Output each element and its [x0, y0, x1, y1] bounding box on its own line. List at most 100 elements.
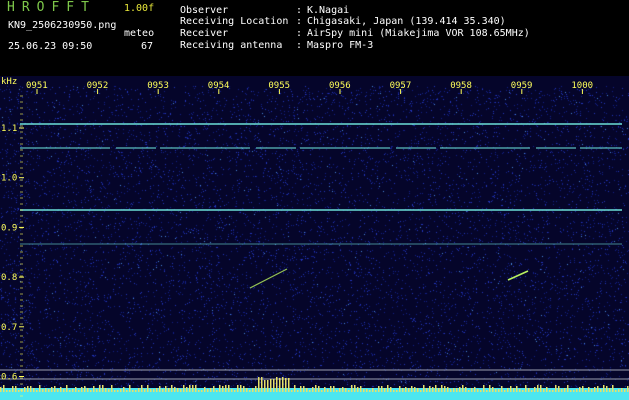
colon: : — [296, 40, 303, 51]
level-spike — [105, 388, 107, 392]
level-spike — [243, 386, 245, 392]
level-spike — [42, 389, 44, 392]
level-spike — [123, 387, 125, 392]
level-spike — [408, 388, 410, 392]
level-spike — [273, 379, 275, 392]
level-spike — [570, 390, 572, 392]
level-spike — [459, 387, 461, 392]
level-spike — [153, 389, 155, 392]
level-spike — [414, 387, 416, 392]
level-spike — [6, 390, 8, 392]
colon: : — [296, 28, 303, 39]
level-spike — [387, 385, 389, 392]
level-spike — [294, 385, 296, 392]
level-spike — [600, 389, 602, 392]
file-name: KN9_2506230950.png — [8, 20, 117, 31]
level-spike — [264, 380, 266, 392]
level-spike — [270, 379, 272, 392]
level-spike — [498, 389, 500, 392]
level-spike — [33, 388, 35, 392]
antenna-value: Maspro FM-3 — [307, 40, 374, 51]
level-spike — [393, 390, 395, 392]
observer-value: K.Nagai — [307, 5, 350, 16]
level-spike — [528, 388, 530, 392]
level-spike — [171, 385, 173, 392]
level-spike — [453, 388, 455, 392]
level-spike — [141, 385, 143, 392]
level-spike — [285, 378, 287, 392]
level-spike — [249, 390, 251, 392]
level-spike — [225, 385, 227, 392]
level-spike — [474, 387, 476, 392]
level-spike — [324, 387, 326, 392]
level-spike — [120, 389, 122, 392]
level-spike — [594, 387, 596, 392]
level-spike — [321, 390, 323, 392]
level-spike — [204, 387, 206, 392]
level-spike — [429, 386, 431, 392]
level-spike — [150, 389, 152, 392]
level-spike — [63, 389, 65, 392]
level-spike — [237, 385, 239, 392]
level-spike — [417, 388, 419, 392]
level-spike — [234, 390, 236, 392]
mode-label: meteo — [124, 28, 155, 39]
level-spike — [186, 387, 188, 392]
level-spike — [516, 386, 518, 392]
level-spike — [174, 387, 176, 392]
level-spike — [519, 389, 521, 392]
level-spike — [612, 385, 614, 392]
level-spike — [441, 385, 443, 392]
level-spike — [618, 389, 620, 392]
level-spike — [477, 389, 479, 392]
level-spike — [165, 386, 167, 392]
level-spike — [48, 389, 50, 392]
level-spike — [21, 389, 23, 392]
y-tick-label: 0.9 — [1, 223, 17, 233]
location-value: Chigasaki, Japan (139.414 35.340) — [307, 16, 506, 27]
level-spike — [303, 386, 305, 392]
level-spike — [45, 388, 47, 392]
level-spike — [90, 390, 92, 392]
level-spike — [195, 385, 197, 392]
level-spike — [564, 388, 566, 392]
level-spike — [579, 387, 581, 392]
level-spike — [282, 377, 284, 392]
level-spike — [111, 385, 113, 392]
meteor-count: 67 — [141, 41, 154, 52]
level-spike — [330, 386, 332, 392]
level-spike — [591, 389, 593, 392]
level-spike — [117, 390, 119, 392]
level-spike — [444, 386, 446, 392]
level-spike — [210, 388, 212, 392]
level-spike — [96, 389, 98, 392]
level-spike — [522, 390, 524, 392]
level-spike — [252, 388, 254, 392]
level-spike — [126, 390, 128, 392]
level-spike — [390, 387, 392, 392]
level-spike — [357, 387, 359, 392]
level-spike — [81, 387, 83, 392]
level-spike — [363, 389, 365, 392]
level-spike — [627, 386, 629, 392]
level-spike — [288, 378, 290, 392]
level-spike — [336, 390, 338, 392]
level-spike — [450, 389, 452, 392]
level-spike — [222, 386, 224, 392]
level-spike — [354, 385, 356, 392]
level-spike — [615, 390, 617, 392]
y-tick-label: 1.1 — [1, 124, 17, 134]
y-tick-label: 0.8 — [1, 273, 17, 283]
level-spike — [540, 385, 542, 392]
level-spike — [279, 378, 281, 392]
level-spike — [624, 389, 626, 392]
level-spike — [537, 385, 539, 392]
level-spike — [54, 386, 56, 392]
level-spike — [291, 390, 293, 392]
level-spike — [372, 388, 374, 392]
level-spike — [87, 388, 89, 392]
antenna-label: Receiving antenna — [180, 40, 283, 51]
level-spike — [342, 387, 344, 392]
level-spike — [348, 390, 350, 392]
level-spike — [546, 387, 548, 392]
